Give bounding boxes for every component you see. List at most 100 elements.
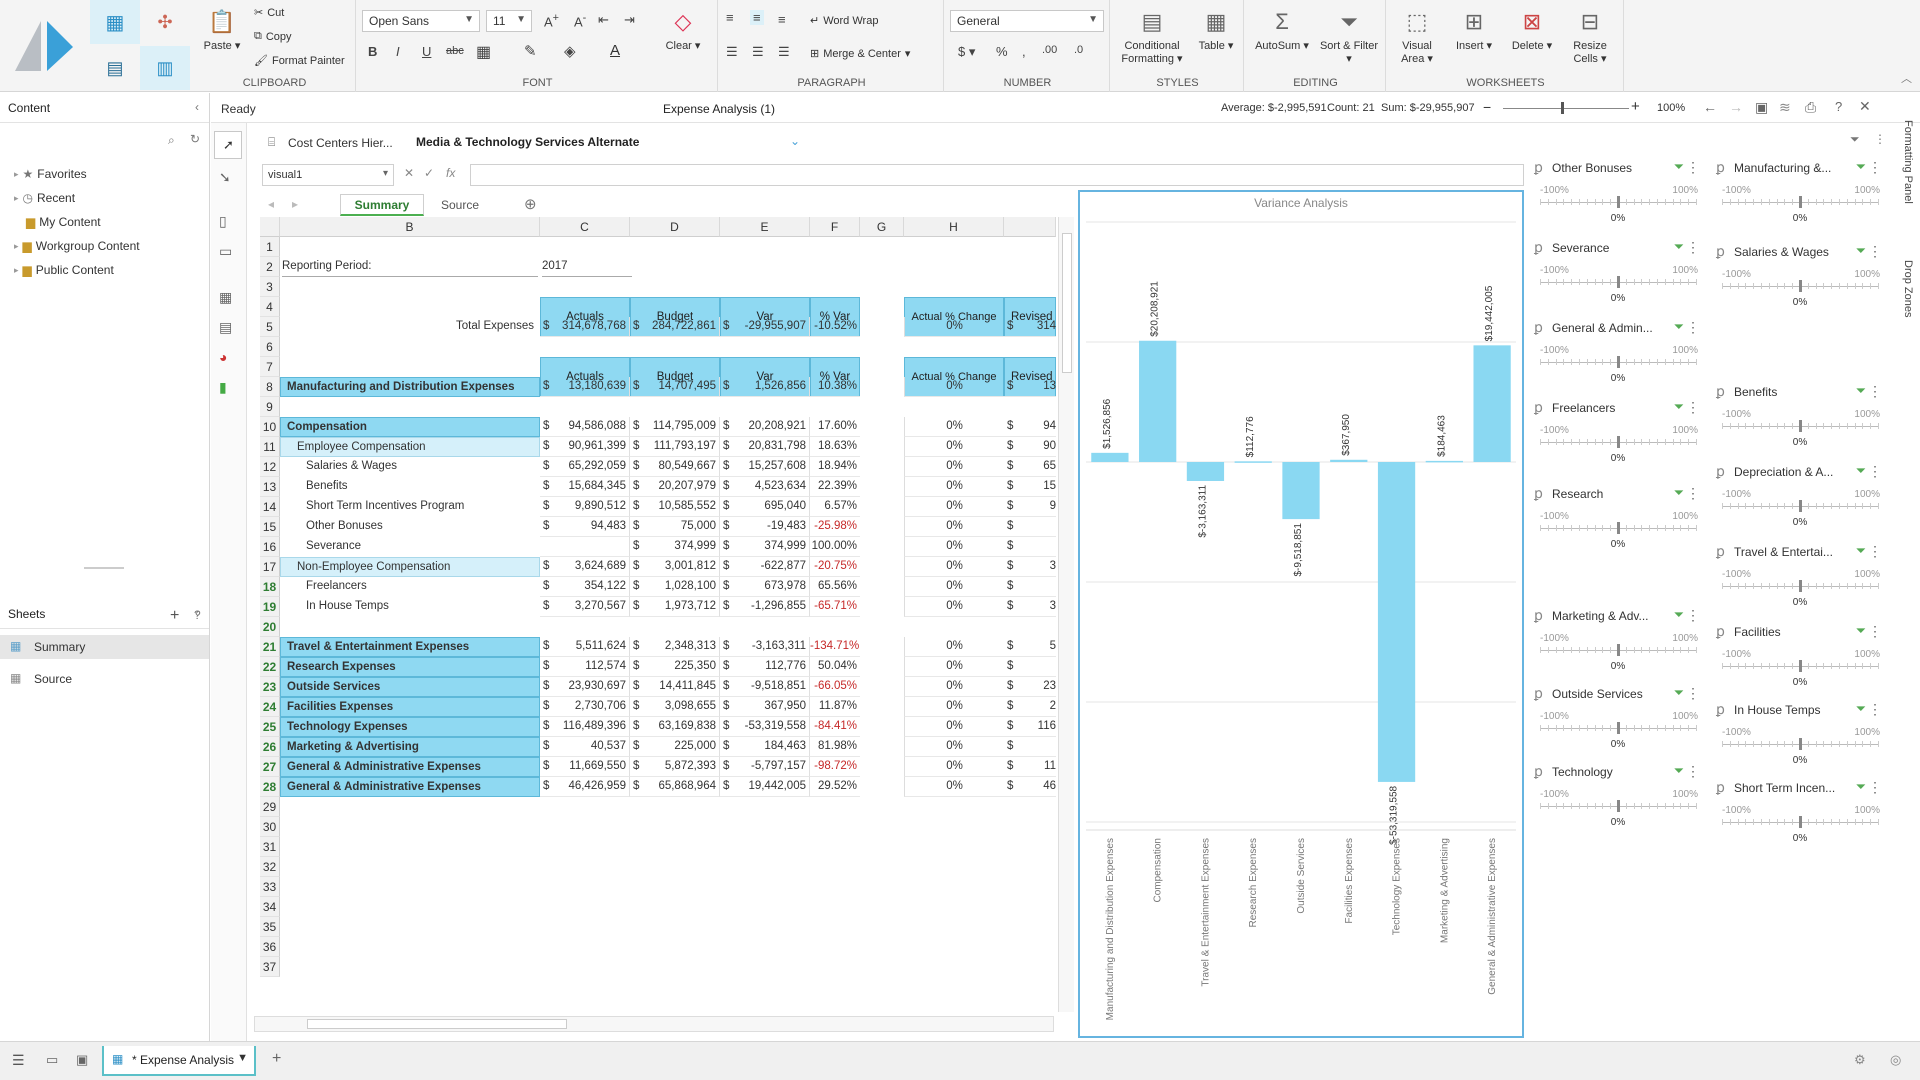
horizontal-scrollbar[interactable] bbox=[254, 1016, 1054, 1032]
info-icon[interactable]: ◎ bbox=[1890, 1052, 1901, 1068]
resize-cells-button[interactable]: ⊟ Resize Cells ▾ bbox=[1562, 6, 1618, 66]
filter-settings-icon[interactable]: ⏷ bbox=[1856, 243, 1866, 259]
row-header[interactable]: 3 bbox=[260, 277, 280, 297]
value-change[interactable]: 0% bbox=[904, 457, 1004, 477]
column-header[interactable]: C bbox=[540, 217, 630, 237]
value-pct[interactable]: 18.63% bbox=[810, 437, 860, 457]
line-label[interactable]: In House Temps bbox=[280, 597, 540, 617]
bar[interactable] bbox=[1425, 460, 1463, 463]
row-header[interactable]: 1 bbox=[260, 237, 280, 257]
pointer-icon[interactable]: ➘ bbox=[219, 169, 231, 186]
more-options-icon[interactable]: ⋮ bbox=[1686, 159, 1700, 176]
sheet-item-source[interactable]: ▦ Source bbox=[0, 667, 209, 691]
bar[interactable] bbox=[1282, 462, 1320, 520]
value-pct[interactable]: -84.41% bbox=[810, 717, 860, 737]
border-icon[interactable]: ▦ bbox=[476, 42, 491, 62]
row-header[interactable]: 32 bbox=[260, 857, 280, 877]
delete-button[interactable]: ⊠ Delete ▾ bbox=[1504, 6, 1560, 53]
indent-increase-icon[interactable]: ⇥ bbox=[624, 12, 635, 28]
bar[interactable] bbox=[1473, 345, 1511, 462]
value-pct[interactable]: -20.75% bbox=[810, 557, 860, 577]
more-options-icon[interactable]: ⋮ bbox=[1686, 399, 1700, 416]
align-center-icon[interactable]: ☰ bbox=[752, 44, 764, 60]
value-change[interactable]: 0% bbox=[904, 737, 1004, 757]
value-change[interactable]: 0% bbox=[904, 537, 1004, 557]
line-label[interactable]: Freelancers bbox=[280, 577, 540, 597]
filter-slider-thumb[interactable] bbox=[1617, 276, 1620, 288]
filter-card[interactable]: ꝑ Benefits ⏷ ⋮ -100% 100% 0% bbox=[1710, 379, 1890, 457]
help-icon[interactable]: ? bbox=[194, 608, 201, 622]
line-label[interactable]: Benefits bbox=[280, 477, 540, 497]
row-header[interactable]: 30 bbox=[260, 817, 280, 837]
row-header[interactable]: 4 bbox=[260, 297, 280, 317]
value-pct[interactable]: 22.39% bbox=[810, 477, 860, 497]
value-change[interactable]: 0% bbox=[904, 417, 1004, 437]
value-change[interactable]: 0% bbox=[904, 377, 1004, 397]
more-options-icon[interactable]: ⋮ bbox=[1868, 159, 1882, 176]
gallery-icon[interactable]: ▭ bbox=[46, 1052, 58, 1068]
row-header[interactable]: 35 bbox=[260, 917, 280, 937]
value-change[interactable]: 0% bbox=[904, 717, 1004, 737]
scrollbar-thumb[interactable] bbox=[307, 1019, 567, 1029]
scrollbar-thumb[interactable] bbox=[1062, 233, 1072, 373]
pie-chart-icon[interactable]: ◕ bbox=[219, 349, 227, 365]
value-change[interactable]: 0% bbox=[904, 777, 1004, 797]
filter-card[interactable]: ꝑ Technology ⏷ ⋮ -100% 100% 0% bbox=[1528, 759, 1708, 837]
line-label[interactable]: Short Term Incentives Program bbox=[280, 497, 540, 517]
zoom-in-icon[interactable]: + bbox=[1631, 98, 1640, 115]
value-change[interactable]: 0% bbox=[904, 497, 1004, 517]
insert-button[interactable]: ⊞ Insert ▾ bbox=[1446, 6, 1502, 53]
line-label[interactable]: Manufacturing and Distribution Expenses bbox=[280, 377, 540, 397]
redo-icon[interactable]: → bbox=[1729, 99, 1743, 115]
filter-card[interactable]: ꝑ Freelancers ⏷ ⋮ -100% 100% 0% bbox=[1528, 395, 1708, 473]
strikethrough-icon[interactable]: abc bbox=[446, 45, 464, 57]
value-pct[interactable]: -66.05% bbox=[810, 677, 860, 697]
tab-prev-icon[interactable]: ◂ bbox=[268, 197, 274, 211]
line-label[interactable]: Technology Expenses bbox=[280, 717, 540, 737]
value-change[interactable]: 0% bbox=[904, 437, 1004, 457]
row-header[interactable]: 11 bbox=[260, 437, 280, 457]
value-pct[interactable]: 50.04% bbox=[810, 657, 860, 677]
value-change[interactable]: 0% bbox=[904, 477, 1004, 497]
row-header[interactable]: 24 bbox=[260, 697, 280, 717]
row-header[interactable]: 34 bbox=[260, 897, 280, 917]
copy-button[interactable]: ⧉ Copy bbox=[254, 30, 292, 43]
percent-icon[interactable]: % bbox=[996, 44, 1008, 59]
more-options-icon[interactable]: ⋮ bbox=[1868, 623, 1882, 640]
row-header[interactable]: 20 bbox=[260, 617, 280, 637]
splitter-handle[interactable] bbox=[84, 567, 124, 569]
cut-button[interactable]: ✂ Cut bbox=[254, 6, 284, 20]
filter-card[interactable]: ꝑ Marketing & Adv... ⏷ ⋮ -100% 100% 0% bbox=[1528, 603, 1708, 681]
filter-slider-thumb[interactable] bbox=[1799, 196, 1802, 208]
filter-card[interactable]: ꝑ Research ⏷ ⋮ -100% 100% 0% bbox=[1528, 481, 1708, 559]
row-header[interactable]: 12 bbox=[260, 457, 280, 477]
sheet-mode-icon[interactable]: ▦ bbox=[90, 0, 140, 44]
bar[interactable] bbox=[1330, 459, 1368, 462]
value-change[interactable]: 0% bbox=[904, 557, 1004, 577]
decrease-decimal-icon[interactable]: .0 bbox=[1074, 44, 1083, 56]
value-pct[interactable]: 11.87% bbox=[810, 697, 860, 717]
bar-chart-icon[interactable]: ▮ bbox=[219, 379, 227, 396]
search-icon[interactable]: ⌕ bbox=[168, 133, 175, 148]
help-icon[interactable]: ? bbox=[1835, 99, 1842, 114]
line-label[interactable]: Salaries & Wages bbox=[280, 457, 540, 477]
settings-icon[interactable]: ⚙ bbox=[1854, 1052, 1866, 1068]
line-label[interactable]: Research Expenses bbox=[280, 657, 540, 677]
print-icon[interactable]: ⎙ bbox=[1805, 99, 1816, 116]
line-label[interactable]: Compensation bbox=[280, 417, 540, 437]
drop-zones-tab[interactable]: Drop Zones bbox=[1894, 260, 1920, 340]
filter-slider-thumb[interactable] bbox=[1617, 522, 1620, 534]
column-header[interactable]: B bbox=[280, 217, 540, 237]
value-change[interactable]: 0% bbox=[904, 637, 1004, 657]
sheet-item-summary[interactable]: ▦ Summary bbox=[0, 635, 209, 659]
value-change[interactable]: 0% bbox=[904, 697, 1004, 717]
filter-card[interactable]: ꝑ Short Term Incen... ⏷ ⋮ -100% 100% 0% bbox=[1710, 775, 1890, 853]
close-icon[interactable]: ✕ bbox=[1859, 98, 1871, 115]
italic-icon[interactable]: I bbox=[396, 44, 400, 59]
value-pct[interactable]: 81.98% bbox=[810, 737, 860, 757]
row-header[interactable]: 2 bbox=[260, 257, 280, 277]
currency-icon[interactable]: $ ▾ bbox=[958, 44, 975, 60]
more-options-icon[interactable]: ⋮ bbox=[1874, 132, 1886, 146]
row-header[interactable]: 21 bbox=[260, 637, 280, 657]
indent-decrease-icon[interactable]: ⇤ bbox=[598, 12, 609, 28]
